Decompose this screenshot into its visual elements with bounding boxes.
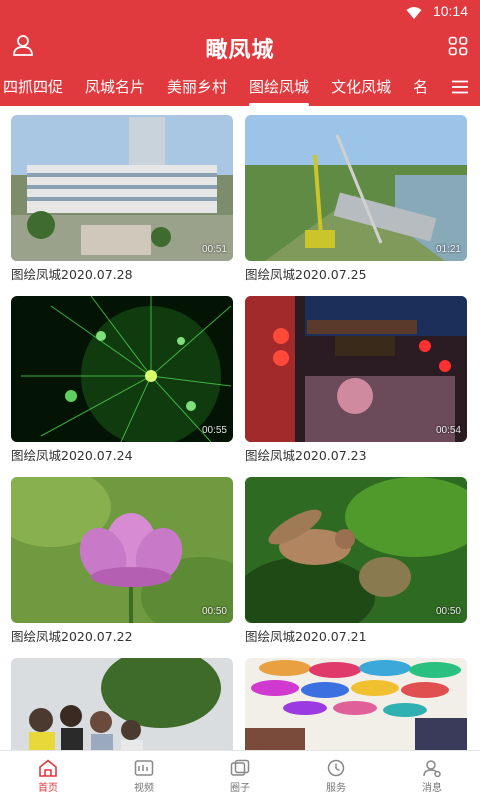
video-thumbnail[interactable]: 00:50 [245, 477, 467, 623]
home-icon [0, 757, 96, 779]
category-tabs: 四抓四促 凤城名片 美丽乡村 图绘凤城 文化凤城 名 [0, 68, 480, 106]
tab-wenhuafengcheng[interactable]: 文化凤城 [320, 78, 402, 96]
status-bar: 10:14 [0, 0, 480, 24]
video-thumbnail[interactable]: 00:55 [11, 296, 233, 442]
video-duration: 00:50 [201, 606, 227, 617]
grid-icon[interactable] [448, 36, 468, 60]
menu-icon[interactable] [440, 68, 480, 106]
video-caption: 图绘凤城2020.07.28 [11, 267, 133, 282]
video-caption: 图绘凤城2020.07.24 [11, 448, 133, 463]
video-thumbnail[interactable]: 00:51 [11, 115, 233, 261]
message-icon [384, 757, 480, 779]
video-duration: 00:51 [201, 244, 227, 255]
video-duration: 00:55 [201, 425, 227, 436]
video-thumbnail[interactable] [11, 658, 233, 750]
video-card[interactable] [11, 658, 233, 750]
video-thumbnail[interactable]: 00:54 [245, 296, 467, 442]
nav-home[interactable]: 首页 [0, 751, 96, 800]
video-card[interactable]: 00:55 图绘凤城2020.07.24 [11, 296, 233, 464]
video-thumbnail[interactable] [245, 658, 467, 750]
video-card[interactable]: 00:50 图绘凤城2020.07.21 [245, 477, 467, 645]
app-title: 瞰凤城 [205, 38, 275, 63]
video-caption: 图绘凤城2020.07.22 [11, 629, 133, 644]
bottom-navigation: 首页 视频 圈子 服务 消息 [0, 750, 480, 800]
nav-home-label: 首页 [38, 783, 58, 794]
video-grid: 00:51 图绘凤城2020.07.28 01:21 图绘凤城2020.07.2… [0, 106, 480, 750]
video-duration: 01:21 [435, 244, 461, 255]
nav-service-label: 服务 [326, 783, 346, 794]
nav-message-label: 消息 [422, 783, 442, 794]
video-caption: 图绘凤城2020.07.25 [245, 267, 367, 282]
video-card[interactable]: 00:50 图绘凤城2020.07.22 [11, 477, 233, 645]
service-icon [288, 757, 384, 779]
video-thumbnail[interactable]: 01:21 [245, 115, 467, 261]
nav-circle-label: 圈子 [230, 783, 250, 794]
tab-meilixiangcun[interactable]: 美丽乡村 [156, 78, 238, 96]
video-caption: 图绘凤城2020.07.21 [245, 629, 367, 644]
video-card[interactable]: 00:51 图绘凤城2020.07.28 [11, 115, 233, 283]
video-thumbnail[interactable]: 00:50 [11, 477, 233, 623]
tab-fengchengmingpian[interactable]: 凤城名片 [74, 78, 156, 96]
video-card[interactable]: 00:54 图绘凤城2020.07.23 [245, 296, 467, 464]
video-card[interactable]: 01:21 图绘凤城2020.07.25 [245, 115, 467, 283]
video-duration: 00:50 [435, 606, 461, 617]
video-card[interactable] [245, 658, 467, 750]
tab-tuhuifengcheng[interactable]: 图绘凤城 [238, 78, 320, 106]
nav-service[interactable]: 服务 [288, 751, 384, 800]
video-duration: 00:54 [435, 425, 461, 436]
circle-icon [192, 757, 288, 779]
tab-more-partial[interactable]: 名 [402, 78, 439, 96]
nav-message[interactable]: 消息 [384, 751, 480, 800]
nav-video-label: 视频 [134, 783, 154, 794]
video-icon [96, 757, 192, 779]
nav-video[interactable]: 视频 [96, 751, 192, 800]
tab-sizhuasicu[interactable]: 四抓四促 [0, 78, 74, 96]
video-caption: 图绘凤城2020.07.23 [245, 448, 367, 463]
status-time: 10:14 [432, 3, 468, 19]
nav-circle[interactable]: 圈子 [192, 751, 288, 800]
app-header: 瞰凤城 [0, 24, 480, 68]
wifi-icon [406, 5, 422, 24]
